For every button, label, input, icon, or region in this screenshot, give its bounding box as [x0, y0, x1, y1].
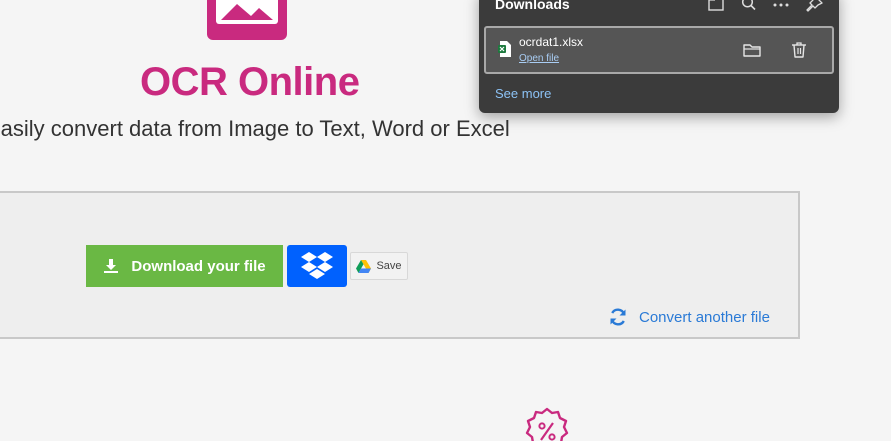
page-subtitle: Easily convert data from Image to Text, … — [0, 116, 540, 142]
convert-another-file-link[interactable]: Convert another file — [609, 306, 770, 328]
google-drive-save-label: Save — [376, 260, 402, 272]
download-file-label: Download your file — [131, 257, 266, 275]
page-subtitle-text: Easily convert data from Image to Text, … — [0, 116, 510, 141]
download-file-button[interactable]: Download your file — [86, 245, 283, 287]
page: OCR Online Easily convert data from Imag… — [0, 0, 891, 441]
refresh-icon — [610, 308, 626, 326]
download-file-name: ocrdat1.xlsx — [519, 35, 584, 49]
google-drive-icon — [356, 259, 372, 273]
search-icon[interactable] — [739, 0, 759, 14]
save-to-google-drive-button[interactable]: Save — [350, 252, 408, 280]
see-more-link[interactable]: See more — [495, 86, 551, 101]
image-icon — [207, 0, 287, 40]
dropbox-icon — [301, 252, 333, 279]
pin-icon[interactable] — [804, 0, 824, 14]
downloads-panel: Downloads ocrdat1.xlsx Open file See mor… — [479, 0, 839, 113]
show-in-folder-icon[interactable] — [742, 40, 762, 60]
save-to-dropbox-button[interactable] — [287, 245, 347, 287]
more-options-icon[interactable] — [771, 0, 791, 14]
download-item[interactable]: ocrdat1.xlsx Open file — [484, 26, 834, 74]
downloads-title: Downloads — [495, 0, 570, 12]
convert-another-file-label: Convert another file — [639, 308, 770, 326]
delete-icon[interactable] — [789, 40, 809, 60]
download-icon — [103, 258, 119, 274]
open-folder-icon[interactable] — [706, 0, 726, 14]
page-title: OCR Online — [140, 60, 360, 104]
discount-badge-icon — [525, 407, 569, 441]
excel-file-icon — [498, 41, 511, 57]
open-file-link[interactable]: Open file — [519, 53, 559, 64]
